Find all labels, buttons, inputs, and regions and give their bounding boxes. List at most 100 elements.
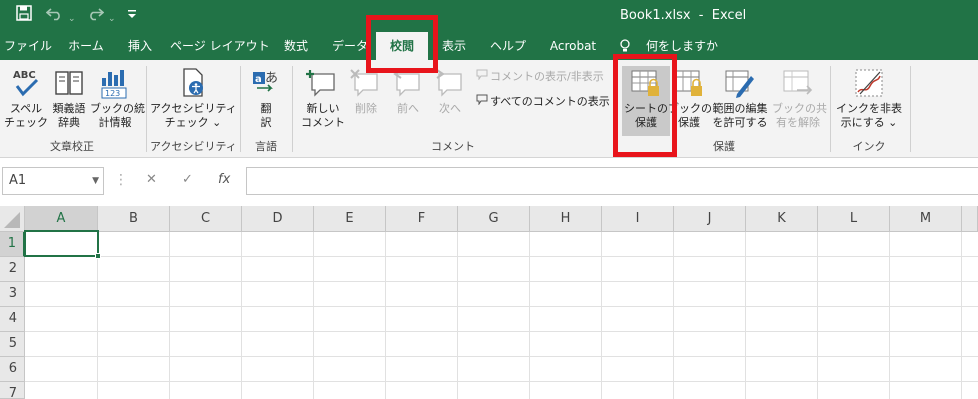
svg-text:あ: あ — [265, 71, 278, 86]
delete-comment-button[interactable]: 削除 — [346, 66, 386, 116]
column-header[interactable]: K — [746, 206, 818, 232]
redo-icon[interactable] — [86, 5, 105, 26]
worksheet-grid[interactable]: A B C D E F G H I J K L M 1 2 3 4 5 6 7 — [0, 206, 978, 399]
row-header[interactable]: 4 — [0, 307, 25, 332]
group-separator — [146, 66, 147, 152]
row-header[interactable]: 2 — [0, 257, 25, 282]
gridline — [385, 232, 386, 399]
group-label-ink: インク — [852, 140, 886, 153]
row-header[interactable]: 1 — [0, 232, 25, 257]
tab-page-layout[interactable]: ページ レイアウト — [170, 32, 270, 60]
undo-dropdown-icon[interactable]: ⌄ — [68, 9, 76, 29]
translate-icon: aあ — [249, 66, 283, 100]
group-separator — [910, 66, 911, 152]
thesaurus-button[interactable]: 類義語 辞典 — [48, 66, 90, 130]
previous-comment-button[interactable]: 前へ — [388, 66, 428, 116]
gridline — [25, 381, 978, 382]
row-header[interactable]: 3 — [0, 282, 25, 307]
ribbon-tab-row: ファイル ホーム 挿入 ページ レイアウト 数式 データ 校閲 表示 ヘルプ A… — [0, 32, 978, 60]
select-all-corner[interactable] — [0, 206, 25, 232]
hide-ink-button[interactable]: インクを非表 示にする ⌄ — [836, 66, 902, 130]
allow-edit-ranges-button[interactable]: 範囲の編集 を許可する — [710, 66, 770, 130]
new-comment-icon — [306, 66, 340, 100]
column-header[interactable] — [962, 206, 978, 232]
excel-window: ⌄ ⌄ Book1.xlsx - Excel ファイル ホーム 挿入 ページ レ… — [0, 0, 978, 399]
gridline — [313, 232, 314, 399]
check-accessibility-button[interactable]: アクセシビリティ チェック ⌄ — [150, 66, 237, 130]
column-header[interactable]: L — [818, 206, 890, 232]
tab-file[interactable]: ファイル — [4, 32, 52, 60]
title-bar: ⌄ ⌄ Book1.xlsx - Excel — [0, 0, 978, 32]
column-header[interactable]: D — [242, 206, 314, 232]
customize-qat-icon[interactable] — [127, 7, 137, 27]
save-icon[interactable] — [16, 5, 32, 26]
gridline — [241, 232, 242, 399]
window-title: Book1.xlsx - Excel — [620, 8, 747, 23]
ribbon-review: ABC スペル チェック 類義語 辞典 123 ブックの統 計情報 文章校正 ア… — [0, 60, 978, 158]
protect-workbook-icon — [672, 66, 706, 100]
gridline — [25, 306, 978, 307]
undo-icon[interactable] — [45, 5, 64, 26]
column-header[interactable]: G — [458, 206, 530, 232]
group-label-comments: コメント — [431, 140, 475, 153]
column-header[interactable]: I — [602, 206, 674, 232]
group-label-accessibility: アクセシビリティ — [150, 140, 237, 153]
enter-icon[interactable]: ✓ — [182, 172, 193, 187]
workbook-statistics-button[interactable]: 123 ブックの統 計情報 — [90, 66, 145, 130]
tab-acrobat[interactable]: Acrobat — [542, 32, 604, 60]
column-header[interactable]: J — [674, 206, 746, 232]
column-header[interactable]: E — [314, 206, 386, 232]
edit-ranges-icon — [723, 66, 757, 100]
tab-view[interactable]: 表示 — [434, 32, 474, 60]
row-header[interactable]: 6 — [0, 357, 25, 382]
spelling-button[interactable]: ABC スペル チェック — [4, 66, 48, 130]
gridline — [25, 356, 978, 357]
more-options-icon[interactable]: ⋮ — [114, 172, 128, 188]
group-separator — [830, 66, 831, 152]
tab-home[interactable]: ホーム — [62, 32, 110, 60]
tab-help[interactable]: ヘルプ — [484, 32, 532, 60]
unshare-workbook-button[interactable]: ブックの共 有を解除 — [772, 66, 827, 130]
column-header[interactable]: C — [170, 206, 242, 232]
column-header[interactable]: A — [25, 206, 98, 232]
gridline — [529, 232, 530, 399]
next-comment-button[interactable]: 次へ — [430, 66, 470, 116]
spelling-icon: ABC — [9, 66, 43, 100]
tab-formulas[interactable]: 数式 — [276, 32, 316, 60]
redo-dropdown-icon[interactable]: ⌄ — [108, 9, 116, 29]
svg-text:ABC: ABC — [13, 70, 36, 81]
gridline — [601, 232, 602, 399]
column-header[interactable]: B — [98, 206, 170, 232]
gridline — [25, 281, 978, 282]
group-label-proofing: 文章校正 — [50, 140, 94, 153]
formula-input[interactable] — [246, 167, 978, 195]
gridline — [25, 331, 978, 332]
translate-button[interactable]: aあ 翻 訳 — [246, 66, 286, 130]
column-header[interactable]: F — [386, 206, 458, 232]
gridline — [457, 232, 458, 399]
gridline — [169, 232, 170, 399]
formula-bar: A1 ▼ ⋮ ✕ ✓ fx — [0, 166, 978, 196]
statistics-icon: 123 — [98, 66, 132, 100]
column-header[interactable]: H — [530, 206, 602, 232]
active-cell-a1[interactable] — [24, 230, 101, 259]
chevron-down-icon[interactable]: ▼ — [92, 168, 99, 194]
show-all-comments-button[interactable]: すべてのコメントの表示 — [476, 94, 610, 109]
row-header[interactable]: 7 — [0, 382, 25, 399]
cancel-icon[interactable]: ✕ — [146, 172, 157, 187]
new-comment-button[interactable]: 新しい コメント — [298, 66, 348, 130]
row-header[interactable]: 5 — [0, 332, 25, 357]
fill-handle[interactable] — [95, 253, 101, 259]
gridline — [25, 256, 978, 257]
svg-text:123: 123 — [105, 89, 120, 98]
highlight-box-protect-sheet — [613, 54, 677, 157]
name-box[interactable]: A1 ▼ — [2, 167, 104, 195]
accessibility-icon — [176, 66, 210, 100]
unshare-icon — [781, 66, 815, 100]
show-hide-comment-button[interactable]: コメントの表示/非表示 — [476, 69, 604, 84]
column-header[interactable]: M — [890, 206, 962, 232]
next-comment-icon — [433, 66, 467, 100]
insert-function-icon[interactable]: fx — [218, 172, 230, 187]
gridline — [673, 232, 674, 399]
tab-insert[interactable]: 挿入 — [120, 32, 160, 60]
